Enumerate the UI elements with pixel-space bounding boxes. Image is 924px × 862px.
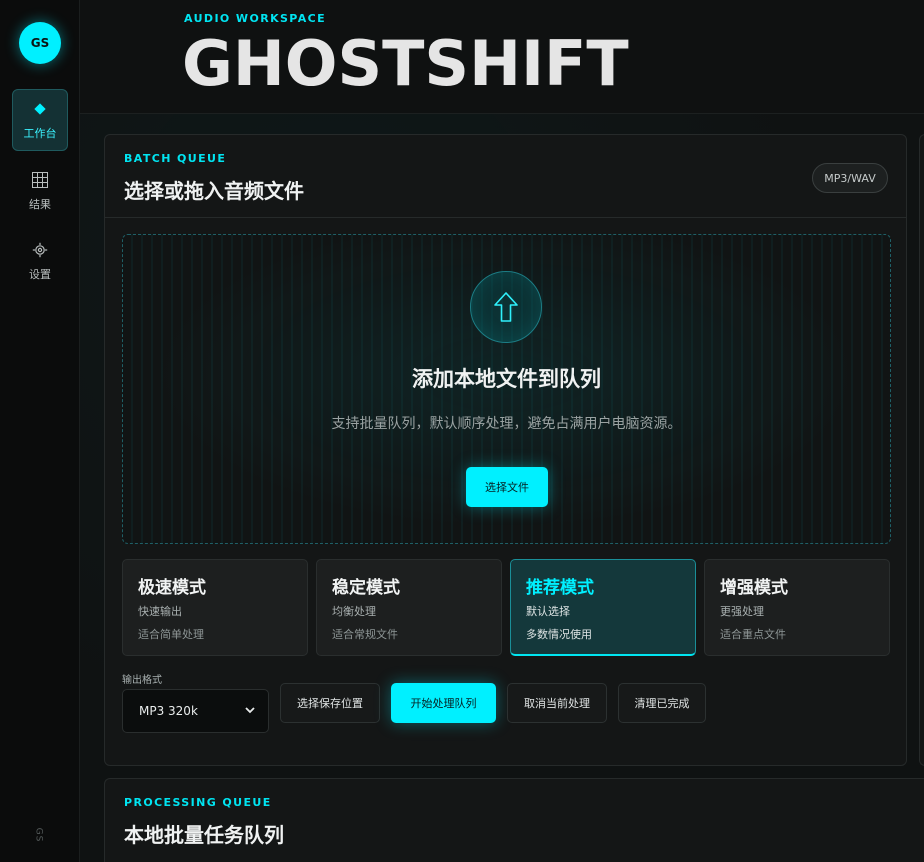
- avatar[interactable]: GS: [19, 22, 61, 64]
- mode-subtitle: 均衡处理: [332, 605, 376, 618]
- mode-title: 稳定模式: [332, 578, 400, 598]
- app-root: GS 工作台 结果 设置 GS AUDIO WORKSPACE GHOSTSHI…: [0, 0, 924, 862]
- mode-description: 适合简单处理: [138, 628, 204, 641]
- card-divider: [105, 217, 906, 218]
- mode-card-fast[interactable]: 极速模式 快速输出 适合简单处理: [122, 559, 308, 656]
- sidebar-item-workbench[interactable]: 工作台: [12, 89, 68, 151]
- sidebar-item-label: 结果: [29, 198, 51, 211]
- brand-title: GHOSTSHIFT: [182, 27, 629, 100]
- mode-title: 推荐模式: [526, 578, 594, 598]
- dropzone-subtitle: 支持批量队列，默认顺序处理，避免占满用户电脑资源。: [331, 416, 682, 432]
- select-files-button[interactable]: 选择文件: [466, 467, 548, 507]
- mode-description: 多数情况使用: [526, 628, 592, 641]
- mode-title: 极速模式: [138, 578, 206, 598]
- mode-title: 增强模式: [720, 578, 788, 598]
- output-format-select[interactable]: MP3 320k: [122, 689, 269, 733]
- side-panel-edge: [919, 134, 924, 766]
- choose-save-location-button[interactable]: 选择保存位置: [280, 683, 380, 723]
- output-format-label: 输出格式: [122, 675, 162, 686]
- diamond-icon: [34, 99, 46, 119]
- mode-subtitle: 快速输出: [138, 605, 182, 618]
- clear-completed-button[interactable]: 清理已完成: [618, 683, 706, 723]
- header-eyebrow: AUDIO WORKSPACE: [184, 12, 327, 25]
- chevron-down-icon: [244, 704, 256, 719]
- start-queue-button[interactable]: 开始处理队列: [391, 683, 496, 723]
- processing-eyebrow: PROCESSING QUEUE: [124, 796, 272, 809]
- sidebar-footer-mark: GS: [33, 827, 44, 843]
- mode-description: 适合重点文件: [720, 628, 786, 641]
- mode-description: 适合常规文件: [332, 628, 398, 641]
- cancel-current-button[interactable]: 取消当前处理: [507, 683, 607, 723]
- sidebar-item-label: 工作台: [23, 127, 57, 140]
- processing-title: 本地批量任务队列: [124, 823, 284, 847]
- batch-eyebrow: BATCH QUEUE: [124, 152, 227, 165]
- mode-card-recommended[interactable]: 推荐模式 默认选择 多数情况使用: [510, 559, 696, 656]
- dropzone-title: 添加本地文件到队列: [412, 367, 601, 391]
- sidebar: GS 工作台 结果 设置 GS: [0, 0, 80, 862]
- mode-subtitle: 默认选择: [526, 605, 570, 618]
- gear-icon: [32, 240, 48, 260]
- batch-queue-card: BATCH QUEUE 选择或拖入音频文件 MP3/WAV 添加本地文件到队列 …: [104, 134, 907, 766]
- sidebar-item-label: 设置: [29, 268, 51, 281]
- sidebar-item-results[interactable]: 结果: [12, 160, 68, 222]
- upload-icon: [470, 271, 542, 343]
- mode-card-stable[interactable]: 稳定模式 均衡处理 适合常规文件: [316, 559, 502, 656]
- sidebar-item-settings[interactable]: 设置: [12, 230, 68, 292]
- format-badge: MP3/WAV: [812, 163, 888, 193]
- mode-card-enhanced[interactable]: 增强模式 更强处理 适合重点文件: [704, 559, 890, 656]
- processing-queue-card: PROCESSING QUEUE 本地批量任务队列: [104, 778, 924, 862]
- output-format-value: MP3 320k: [139, 704, 198, 718]
- file-dropzone[interactable]: 添加本地文件到队列 支持批量队列，默认顺序处理，避免占满用户电脑资源。 选择文件: [122, 234, 891, 544]
- mode-subtitle: 更强处理: [720, 605, 764, 618]
- grid-icon: [32, 170, 48, 190]
- batch-title: 选择或拖入音频文件: [124, 179, 304, 203]
